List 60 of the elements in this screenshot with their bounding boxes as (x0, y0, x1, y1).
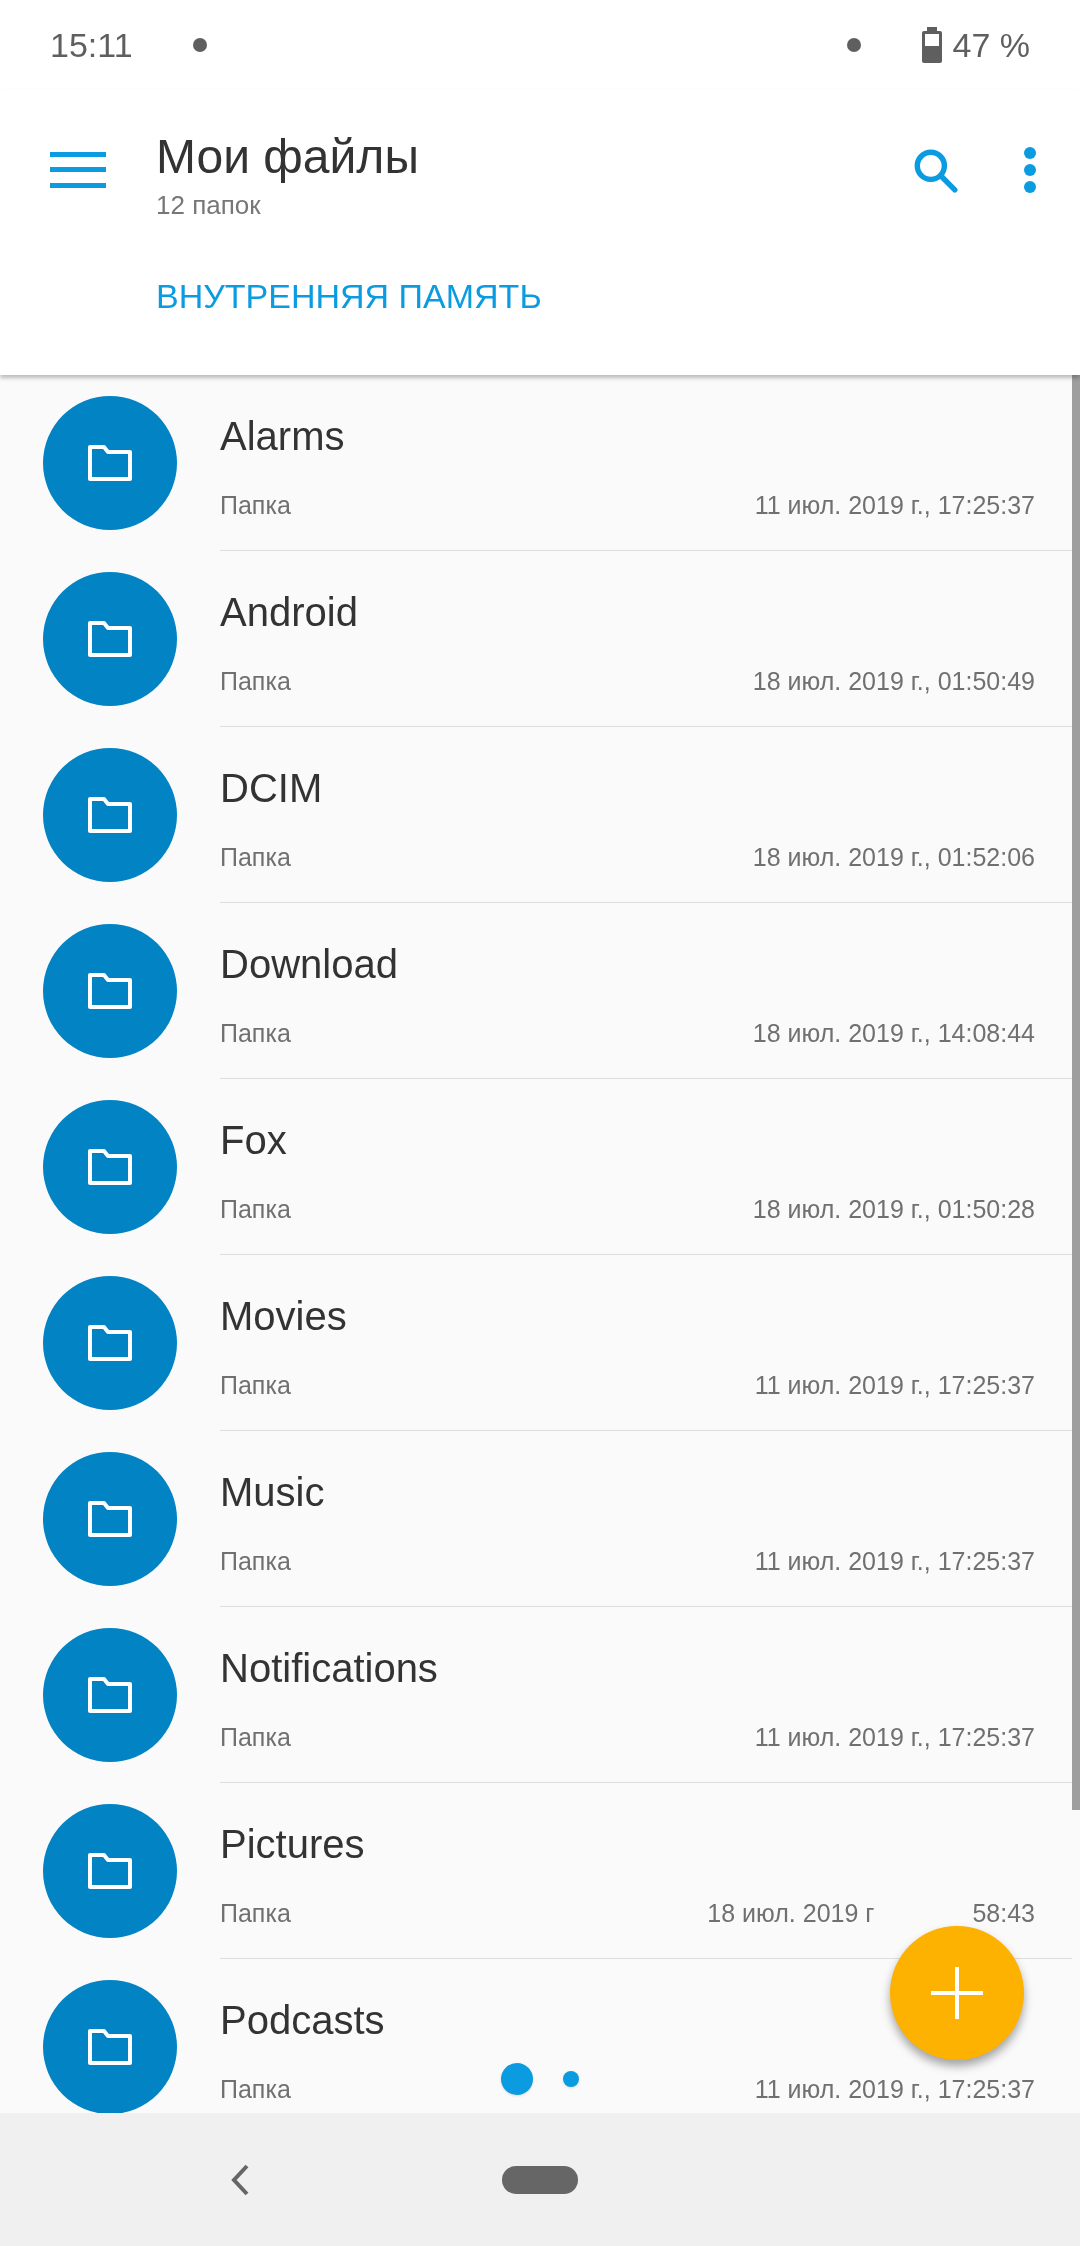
folder-icon (86, 619, 134, 659)
folder-icon (86, 1675, 134, 1715)
folder-name: Pictures (220, 1821, 365, 1868)
folder-row[interactable]: Download Папка 18 июл. 2019 г., 14:08:44 (0, 903, 1072, 1079)
folder-row[interactable]: Fox Папка 18 июл. 2019 г., 01:50:28 (0, 1079, 1072, 1255)
folder-name: Alarms (220, 413, 345, 460)
folder-type: Папка (220, 1898, 291, 1929)
modified-date: 18 июл. 2019 г., 01:52:06 (752, 842, 1035, 873)
folder-type: Папка (220, 1546, 291, 1577)
folder-name: Android (220, 589, 358, 636)
folder-icon (86, 1499, 134, 1539)
folder-row[interactable]: Music Папка 11 июл. 2019 г., 17:25:37 (0, 1431, 1072, 1607)
folder-type: Папка (220, 842, 291, 873)
plus-icon (931, 1967, 983, 2019)
folder-type: Папка (220, 1370, 291, 1401)
modified-date: 18 июл. 2019 г (707, 1898, 875, 1929)
status-time: 15:11 (50, 24, 133, 66)
modified-date: 11 июл. 2019 г., 17:25:37 (754, 1370, 1035, 1401)
folder-type: Папка (220, 1194, 291, 1225)
modified-date: 18 июл. 2019 г., 01:50:28 (752, 1194, 1035, 1225)
battery-percent: 47 % (952, 24, 1030, 66)
modified-date: 11 июл. 2019 г., 17:25:37 (754, 1546, 1035, 1577)
modified-date: 11 июл. 2019 г., 17:25:37 (754, 1722, 1035, 1753)
folder-type: Папка (220, 666, 291, 697)
folder-row[interactable]: Notifications Папка 11 июл. 2019 г., 17:25:37 (0, 1607, 1072, 1783)
folder-type: Папка (220, 2074, 291, 2105)
modified-date: 11 июл. 2019 г., 17:25:37 (754, 490, 1035, 521)
folder-name: Podcasts (220, 1997, 385, 2044)
folder-name: Fox (220, 1117, 287, 1164)
folder-row[interactable]: Movies Папка 11 июл. 2019 г., 17:25:37 (0, 1255, 1072, 1431)
home-button[interactable] (502, 2165, 578, 2194)
modified-date: 11 июл. 2019 г., 17:25:37 (754, 2074, 1035, 2105)
add-button[interactable] (890, 1926, 1024, 2060)
folder-row[interactable]: Android Папка 18 июл. 2019 г., 01:50:49 (0, 551, 1072, 727)
folder-row[interactable]: DCIM Папка 18 июл. 2019 г., 01:52:06 (0, 727, 1072, 903)
folder-icon (86, 1147, 134, 1187)
folder-icon (86, 1323, 134, 1363)
folder-icon (86, 795, 134, 835)
more-options-icon (1023, 146, 1037, 194)
modified-date: 18 июл. 2019 г., 01:50:49 (752, 666, 1035, 697)
app-title: Мои файлы (156, 129, 419, 185)
folder-name: Music (220, 1469, 325, 1516)
back-icon (230, 2162, 250, 2197)
folder-name: Download (220, 941, 398, 988)
folder-icon (86, 971, 134, 1011)
menu-icon (50, 152, 106, 188)
folder-name: Notifications (220, 1645, 438, 1692)
folder-type: Папка (220, 1018, 291, 1049)
battery-icon (920, 27, 943, 63)
folder-count: 12 папок (156, 189, 262, 221)
folder-row[interactable]: Alarms Папка 11 июл. 2019 г., 17:25:37 (0, 375, 1072, 551)
folder-icon (86, 2027, 134, 2067)
folder-name: DCIM (220, 765, 323, 812)
folder-icon (86, 1851, 134, 1891)
folder-icon (86, 443, 134, 483)
folder-type: Папка (220, 490, 291, 521)
modified-time: 58:43 (972, 1898, 1035, 1929)
modified-date: 18 июл. 2019 г., 14:08:44 (752, 1018, 1035, 1049)
folder-name: Movies (220, 1293, 347, 1340)
folder-type: Папка (220, 1722, 291, 1753)
